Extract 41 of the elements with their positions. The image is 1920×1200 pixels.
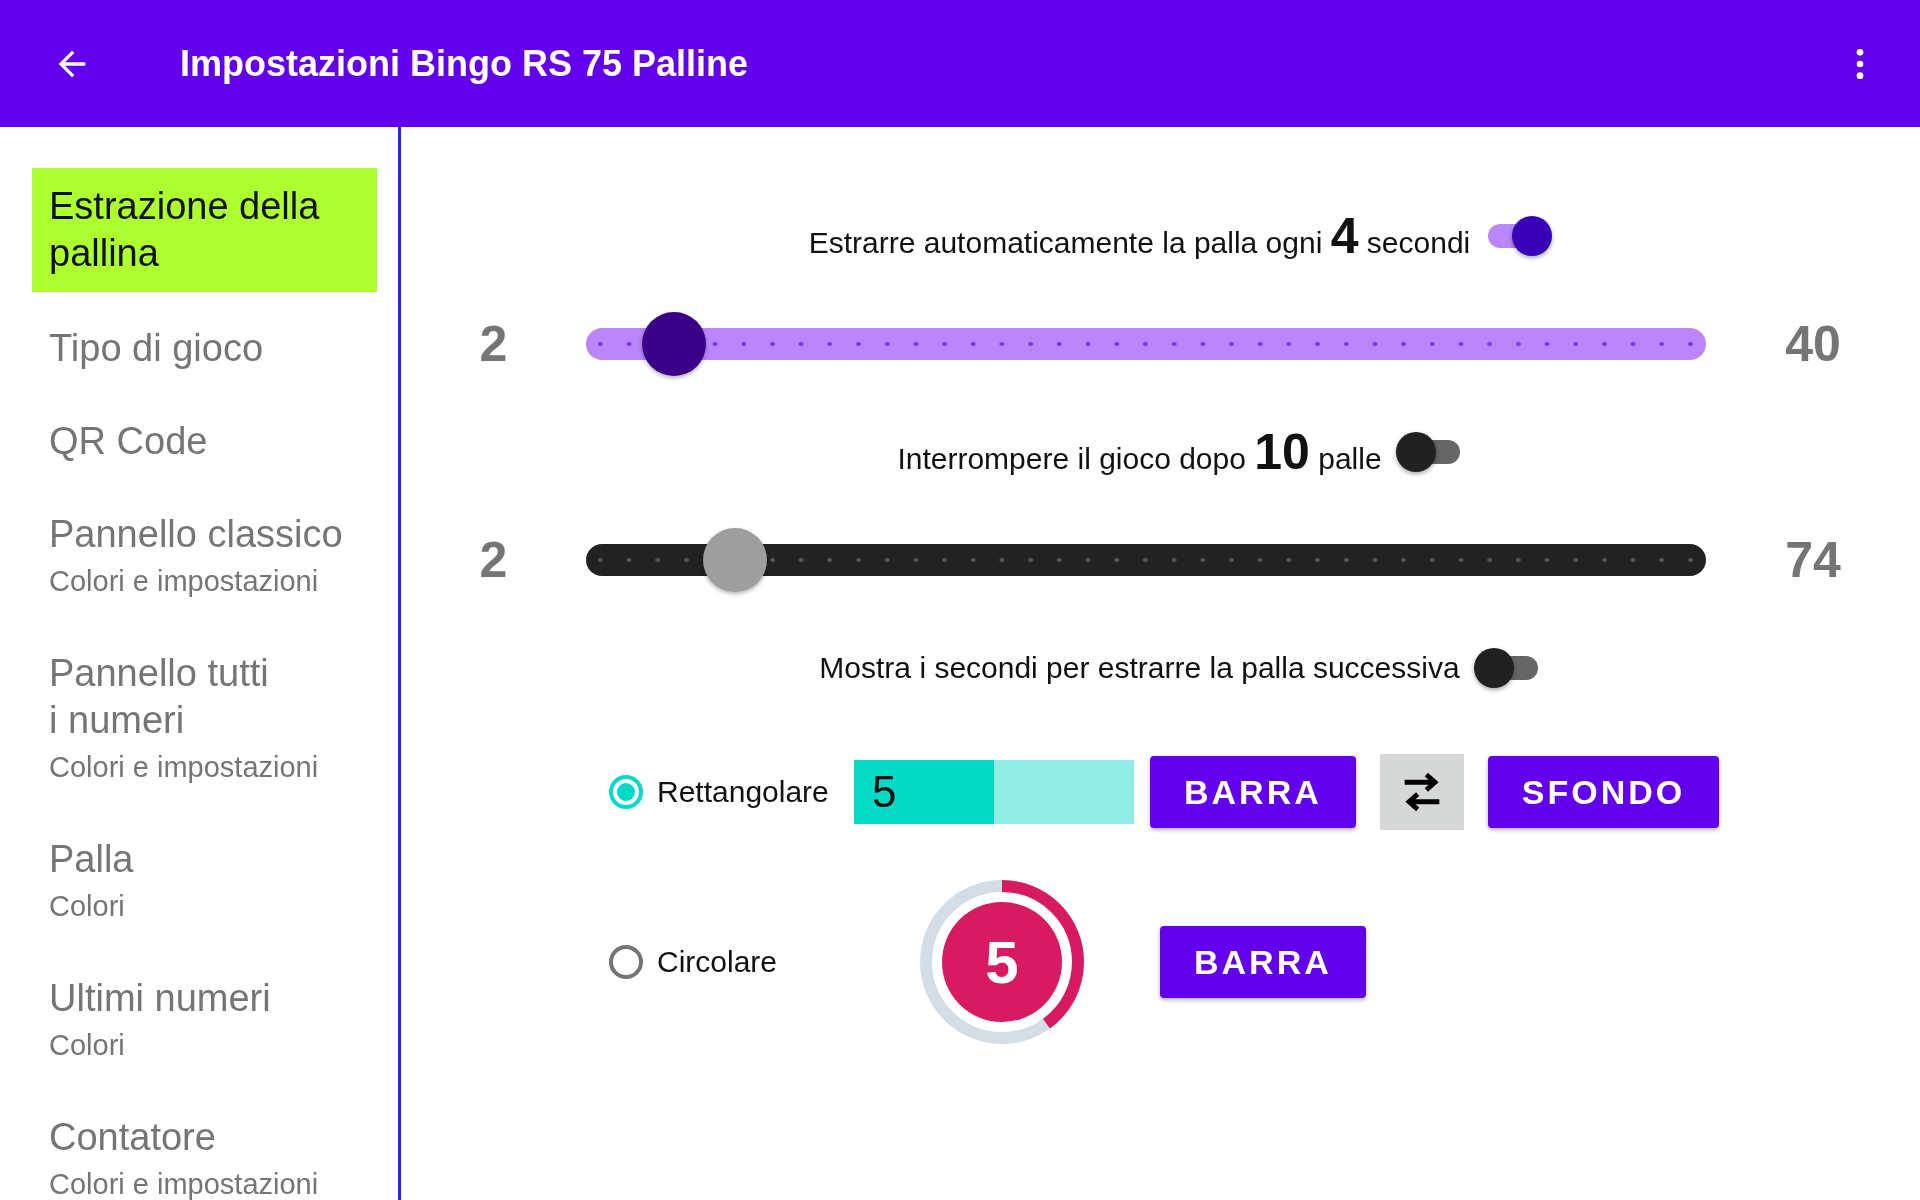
sidebar-item-title: QR Code bbox=[49, 419, 209, 464]
slider[interactable] bbox=[586, 528, 1706, 592]
sidebar-item[interactable]: Estrazione della pallina bbox=[32, 168, 377, 292]
sidebar-item-title: Estrazione della pallina bbox=[49, 184, 321, 276]
ring-value: 5 bbox=[985, 927, 1019, 997]
sidebar-item-title: Pannello tutti i numeri bbox=[49, 651, 270, 743]
sidebar-item-title: Tipo di gioco bbox=[49, 326, 265, 371]
color-button[interactable]: BARRA bbox=[1150, 756, 1356, 828]
sidebar-item-title: Ultimi numeri bbox=[49, 976, 272, 1021]
slider-thumb[interactable] bbox=[703, 528, 768, 592]
sidebar-item-title: Contatore bbox=[49, 1115, 217, 1160]
setting-label: Mostra i secondi per estrarre la palla successiva bbox=[819, 651, 1460, 685]
sidebar-item[interactable]: Palla Colori bbox=[32, 813, 377, 952]
slider-max-label: 74 bbox=[1784, 531, 1842, 589]
sidebar-item[interactable]: Ultimi numeri Colori bbox=[32, 952, 377, 1091]
sidebar-item[interactable]: Pannello classico Colori e impostazioni bbox=[32, 488, 377, 627]
slider-max-label: 40 bbox=[1784, 315, 1842, 373]
swap-button[interactable] bbox=[1379, 754, 1464, 830]
radio-option[interactable]: Circolare bbox=[609, 945, 854, 979]
progress-value: 5 bbox=[872, 767, 897, 817]
slider-min-label: 2 bbox=[478, 531, 509, 589]
sidebar-item[interactable]: Contatore Colori e impostazioni bbox=[32, 1091, 377, 1200]
app-bar-title: Impostazioni Bingo RS 75 Palline bbox=[180, 42, 750, 85]
color-button[interactable]: SFONDO bbox=[1487, 756, 1720, 828]
sidebar-item[interactable]: QR Code bbox=[32, 395, 377, 488]
slider[interactable] bbox=[586, 312, 1706, 376]
sidebar-item-subtitle: Colori bbox=[49, 1028, 126, 1063]
sidebar-item[interactable]: Tipo di gioco bbox=[32, 302, 377, 395]
sidebar-item-subtitle: Colori bbox=[49, 889, 126, 924]
color-button[interactable]: BARRA bbox=[1160, 926, 1366, 998]
sidebar-item-title: Palla bbox=[49, 837, 135, 882]
slider-thumb[interactable] bbox=[641, 312, 706, 376]
sidebar-item-subtitle: Colori e impostazioni bbox=[49, 564, 320, 599]
sidebar-item[interactable]: Pannello tutti i numeri Colori e impostazioni bbox=[32, 627, 377, 813]
radio-option[interactable]: Rettangolare bbox=[609, 775, 854, 809]
setting-label: Estrarre automaticamente la palla ogni 4 secondi bbox=[808, 207, 1471, 265]
setting-label: Interrompere il gioco dopo 10 palle bbox=[897, 423, 1382, 481]
sidebar-item-title: Pannello classico bbox=[49, 512, 344, 557]
sidebar-item-subtitle: Colori e impostazioni bbox=[49, 750, 320, 785]
slider-min-label: 2 bbox=[478, 315, 509, 373]
sidebar-item-subtitle: Colori e impostazioni bbox=[49, 1167, 320, 1200]
